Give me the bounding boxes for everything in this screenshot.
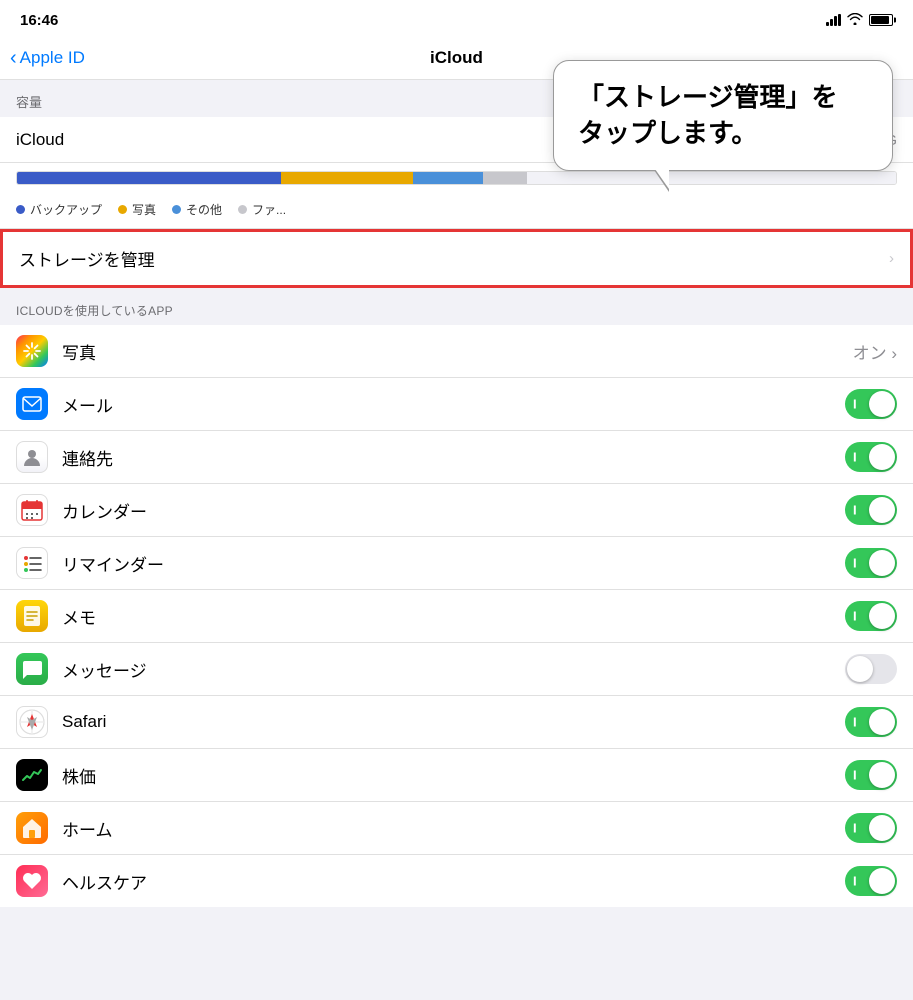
status-bar: 16:46 — [0, 0, 913, 36]
legend-dot-other — [172, 205, 181, 214]
messages-icon — [16, 653, 48, 685]
apps-list: 写真 オン › メール I — [0, 325, 913, 907]
chevron-left-icon: ‹ — [10, 48, 17, 68]
app-row-notes[interactable]: メモ I — [0, 590, 913, 643]
app-name-calendar: カレンダー — [62, 498, 831, 523]
mail-toggle[interactable]: I — [845, 389, 897, 419]
safari-icon — [16, 706, 48, 738]
mail-icon — [16, 388, 48, 420]
page-title: iCloud — [430, 48, 483, 68]
apps-section-label: ICLOUDを使用しているAPP — [0, 288, 913, 325]
app-row-health[interactable]: ヘルスケア I — [0, 855, 913, 907]
content-area: 容量 iCloud 使用済み: 61.8 G バックアップ — [0, 80, 913, 907]
legend-dot-files — [238, 205, 247, 214]
notes-icon — [16, 600, 48, 632]
legend-files-label: ファ... — [252, 201, 286, 218]
notes-toggle[interactable]: I — [845, 601, 897, 631]
manage-chevron-icon: › — [889, 250, 894, 267]
health-toggle[interactable]: I — [845, 866, 897, 896]
legend-backup: バックアップ — [16, 201, 102, 218]
app-row-safari[interactable]: Safari I — [0, 696, 913, 749]
legend-files: ファ... — [238, 201, 286, 218]
app-row-home[interactable]: ホーム I — [0, 802, 913, 855]
app-name-home: ホーム — [62, 816, 831, 841]
app-name-reminders: リマインダー — [62, 551, 831, 576]
bar-free — [527, 172, 896, 184]
app-row-reminders[interactable]: リマインダー I — [0, 537, 913, 590]
reminders-toggle[interactable]: I — [845, 548, 897, 578]
messages-toggle[interactable] — [845, 654, 897, 684]
legend-dot-photos — [118, 205, 127, 214]
wifi-icon — [847, 13, 863, 28]
tooltip-bubble: 「ストレージ管理」をタップします。 — [553, 60, 893, 171]
home-toggle[interactable]: I — [845, 813, 897, 843]
app-name-safari: Safari — [62, 712, 831, 732]
photos-toggle: オン › — [853, 339, 897, 364]
storage-legend: バックアップ 写真 その他 ファ... — [0, 193, 913, 229]
bar-backup — [17, 172, 281, 184]
app-name-stocks: 株価 — [62, 763, 831, 788]
app-row-contacts[interactable]: 連絡先 I — [0, 431, 913, 484]
calendar-toggle[interactable]: I — [845, 495, 897, 525]
app-row-stocks[interactable]: 株価 I — [0, 749, 913, 802]
bar-photos — [281, 172, 413, 184]
app-row-mail[interactable]: メール I — [0, 378, 913, 431]
storage-bar — [16, 171, 897, 185]
status-time: 16:46 — [20, 12, 58, 29]
tooltip-text: 「ストレージ管理」をタップします。 — [578, 79, 868, 152]
contacts-toggle[interactable]: I — [845, 442, 897, 472]
stocks-toggle[interactable]: I — [845, 760, 897, 790]
legend-other-label: その他 — [186, 201, 222, 218]
manage-storage-label: ストレージを管理 — [19, 246, 155, 271]
photos-icon — [16, 335, 48, 367]
legend-backup-label: バックアップ — [30, 201, 102, 218]
status-icons — [826, 13, 893, 28]
calendar-icon — [16, 494, 48, 526]
reminders-icon — [16, 547, 48, 579]
app-name-health: ヘルスケア — [62, 869, 831, 894]
bar-files — [483, 172, 527, 184]
signal-icon — [826, 14, 841, 26]
app-name-photos: 写真 — [62, 339, 839, 364]
legend-photos: 写真 — [118, 201, 156, 218]
app-name-messages: メッセージ — [62, 657, 831, 682]
app-name-contacts: 連絡先 — [62, 445, 831, 470]
app-row-photos[interactable]: 写真 オン › — [0, 325, 913, 378]
home-icon — [16, 812, 48, 844]
stocks-icon — [16, 759, 48, 791]
safari-toggle[interactable]: I — [845, 707, 897, 737]
legend-other: その他 — [172, 201, 222, 218]
app-name-mail: メール — [62, 392, 831, 417]
legend-dot-backup — [16, 205, 25, 214]
battery-icon — [869, 14, 893, 26]
legend-photos-label: 写真 — [132, 201, 156, 218]
manage-storage-row[interactable]: ストレージを管理 › — [0, 229, 913, 288]
icloud-label: iCloud — [16, 130, 64, 150]
bar-other — [413, 172, 483, 184]
back-button[interactable]: ‹ Apple ID — [10, 48, 85, 68]
health-icon — [16, 865, 48, 897]
app-name-notes: メモ — [62, 604, 831, 629]
app-row-calendar[interactable]: カレンダー I — [0, 484, 913, 537]
contacts-icon — [16, 441, 48, 473]
back-label: Apple ID — [20, 48, 85, 68]
app-row-messages[interactable]: メッセージ — [0, 643, 913, 696]
